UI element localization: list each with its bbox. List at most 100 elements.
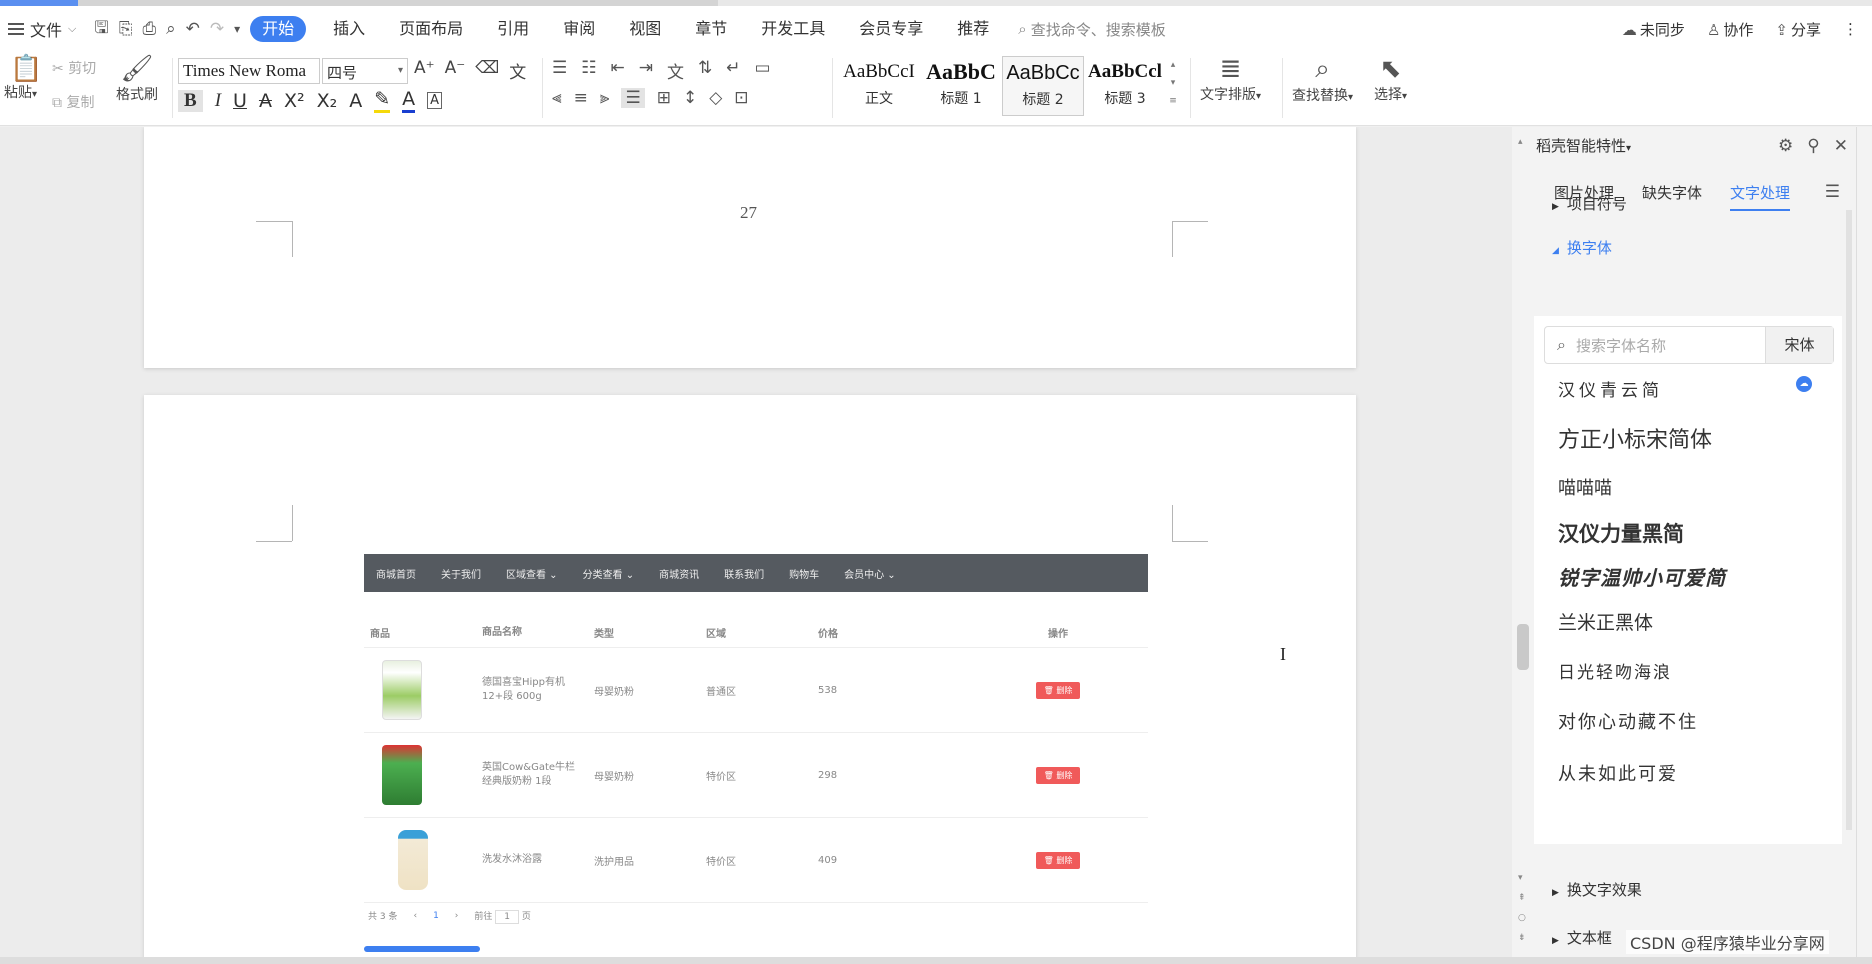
font-search-input[interactable]: 搜索字体名称 xyxy=(1576,335,1666,356)
file-menu[interactable]: 文件 ⌵ xyxy=(0,17,76,41)
show-marks-icon[interactable]: ↵ xyxy=(726,58,740,83)
shrink-font-icon[interactable]: A⁻ xyxy=(445,58,466,83)
font-item[interactable]: 对你心动藏不住 xyxy=(1558,708,1698,734)
print-icon[interactable]: ⎙ xyxy=(142,19,156,39)
undo-icon[interactable]: ↶ xyxy=(186,19,200,39)
tab-page-layout[interactable]: 页面布局 xyxy=(382,16,480,42)
scroll-down-icon[interactable]: ▾ xyxy=(1518,873,1523,883)
save-icon[interactable]: 🖫 xyxy=(94,15,108,44)
distribute-icon[interactable]: ⊞ xyxy=(657,88,671,108)
find-replace-button[interactable]: ⌕ 查找替换▾ xyxy=(1292,54,1353,105)
customize-toolbar-icon[interactable]: ▾ xyxy=(234,22,240,36)
tab-missing-fonts[interactable]: 缺失字体 xyxy=(1642,182,1702,203)
char-border-icon[interactable]: A xyxy=(427,92,443,109)
next-page-nav-icon[interactable]: ⇟ xyxy=(1518,933,1526,943)
scroll-up-icon[interactable]: ▴ xyxy=(1518,137,1523,147)
highlight-icon[interactable]: ✎ xyxy=(374,88,391,113)
font-item[interactable]: 方正小标宋简体 xyxy=(1558,422,1712,454)
increase-indent-icon[interactable]: ⇥ xyxy=(639,58,653,83)
style-normal[interactable]: AaBbCcI 正文 xyxy=(838,56,920,116)
tab-references[interactable]: 引用 xyxy=(480,16,546,42)
tab-ruler-icon[interactable]: ▭ xyxy=(755,58,771,83)
align-right-icon[interactable]: ⫸ xyxy=(600,88,610,108)
tab-insert[interactable]: 插入 xyxy=(316,16,382,42)
italic-icon[interactable]: I xyxy=(215,90,221,112)
gear-icon[interactable]: ⚙ xyxy=(1778,136,1793,156)
font-item[interactable]: 锐字温帅小可爱简 xyxy=(1558,562,1726,591)
font-item[interactable]: 兰米正黑体 xyxy=(1558,608,1653,635)
scroll-thumb[interactable] xyxy=(1517,624,1529,670)
close-icon[interactable]: ✕ xyxy=(1834,136,1848,156)
font-name-select[interactable]: Times New Roma xyxy=(178,58,320,84)
clear-format-icon[interactable]: ⌫ xyxy=(475,58,499,83)
bold-icon[interactable]: B xyxy=(178,89,203,112)
phonetic-icon[interactable]: 文 xyxy=(509,58,526,83)
decrease-indent-icon[interactable]: ⇤ xyxy=(611,58,625,83)
document-canvas[interactable]: 27 商城首页 关于我们 区域查看 ⌄ 分类查看 ⌄ 商城资讯 联系我们 购物车 xyxy=(0,127,1512,957)
tab-section[interactable]: 章节 xyxy=(678,16,744,42)
share-button[interactable]: ⇪ 分享 xyxy=(1775,19,1821,40)
tab-member[interactable]: 会员专享 xyxy=(842,16,940,42)
embedded-screenshot[interactable]: 商城首页 关于我们 区域查看 ⌄ 分类查看 ⌄ 商城资讯 联系我们 购物车 会员… xyxy=(364,554,1148,952)
panel-scrollbar[interactable] xyxy=(1846,210,1852,830)
numbered-list-icon[interactable]: ☷ xyxy=(581,58,596,83)
border-icon[interactable]: ⊡ xyxy=(734,88,748,108)
panel-menu-icon[interactable]: ☰ xyxy=(1825,182,1856,202)
text-layout-button[interactable]: ≣ 文字排版▾ xyxy=(1200,54,1261,104)
print-preview-icon[interactable]: ⌕ xyxy=(166,19,176,39)
sort-icon[interactable]: ⇅ xyxy=(698,58,712,83)
bullet-list-icon[interactable]: ☰ xyxy=(552,58,567,83)
style-heading-2[interactable]: AaBbCc 标题 2 xyxy=(1002,56,1084,116)
cut-button[interactable]: ✂ 剪切 xyxy=(52,58,96,78)
browse-object-icon[interactable]: ○ xyxy=(1518,913,1526,923)
tab-home[interactable]: 开始 xyxy=(250,16,307,42)
underline-icon[interactable]: U xyxy=(233,90,247,112)
style-heading-3[interactable]: AaBbCcl 标题 3 xyxy=(1084,56,1166,116)
select-button[interactable]: ⬉ 选择▾ xyxy=(1374,54,1407,104)
style-heading-1[interactable]: AaBbC 标题 1 xyxy=(920,56,1002,116)
paste-button[interactable]: 📋 粘贴▾ xyxy=(4,54,42,102)
prev-page-nav-icon[interactable]: ⇞ xyxy=(1518,893,1526,903)
collab-button[interactable]: ♙ 协作 xyxy=(1707,19,1753,40)
font-item[interactable]: 从未如此可爱 xyxy=(1558,760,1678,786)
font-size-select[interactable]: 四号 ▾ xyxy=(322,58,408,84)
copy-button[interactable]: ⧉ 复制 xyxy=(52,92,94,112)
text-effect-icon[interactable]: A xyxy=(349,90,362,112)
shading-icon[interactable]: ◇ xyxy=(709,88,722,108)
font-search-current[interactable]: 宋体 xyxy=(1765,327,1833,363)
section-textbox[interactable]: ▶ 文本框 xyxy=(1552,927,1612,948)
tab-developer[interactable]: 开发工具 xyxy=(744,16,842,42)
document-scrollbar[interactable]: ▴ ▾ ⇞ ○ ⇟ xyxy=(1512,127,1534,957)
table-row: 德国喜宝Hipp有机 12+段 600g 母婴奶粉 普通区 538 🗑 删除 xyxy=(364,648,1148,733)
line-spacing-icon[interactable]: ↕ xyxy=(683,88,697,108)
format-painter-button[interactable]: 🖌 格式刷 xyxy=(116,54,158,104)
font-item[interactable]: 汉仪力量黑简 xyxy=(1558,518,1684,548)
command-search[interactable]: ⌕ 查找命令、搜索模板 xyxy=(1018,19,1165,40)
export-pdf-icon[interactable]: ⎘ xyxy=(119,19,133,39)
tab-recommend[interactable]: 推荐 xyxy=(940,16,1006,42)
font-item[interactable]: 汉仪青云简 xyxy=(1558,376,1663,401)
section-change-font[interactable]: ◢ 换字体 xyxy=(1552,237,1612,258)
panel-title[interactable]: 稻壳智能特性▾ xyxy=(1536,135,1631,156)
align-left-icon[interactable]: ⫷ xyxy=(552,88,562,108)
style-scroll[interactable]: ▴ ▾ ≡ xyxy=(1166,56,1180,116)
superscript-icon[interactable]: X² xyxy=(284,90,305,112)
pin-icon[interactable]: ⚲ xyxy=(1807,136,1819,156)
tab-text-processing[interactable]: 文字处理 xyxy=(1730,182,1791,211)
align-center-icon[interactable]: ≡ xyxy=(574,88,588,108)
chinese-layout-icon[interactable]: 文 xyxy=(667,58,684,83)
justify-icon[interactable]: ☰ xyxy=(621,88,645,108)
section-bullets[interactable]: ▶ 项目符号 xyxy=(1552,193,1627,214)
tab-review[interactable]: 审阅 xyxy=(546,16,612,42)
font-color-icon[interactable]: A xyxy=(402,88,416,113)
font-item[interactable]: 日光轻吻海浪 xyxy=(1558,658,1672,683)
tab-view[interactable]: 视图 xyxy=(612,16,678,42)
subscript-icon[interactable]: X₂ xyxy=(317,90,338,112)
section-text-effect[interactable]: ▶ 换文字效果 xyxy=(1552,879,1642,900)
font-item[interactable]: 喵喵喵 xyxy=(1558,474,1612,500)
sync-button[interactable]: ☁ 未同步 xyxy=(1622,19,1685,40)
grow-font-icon[interactable]: A⁺ xyxy=(414,58,435,83)
redo-icon[interactable]: ↷ xyxy=(210,19,224,39)
strikethrough-icon[interactable]: A xyxy=(259,90,272,112)
more-icon[interactable]: ⋮ xyxy=(1843,20,1858,38)
